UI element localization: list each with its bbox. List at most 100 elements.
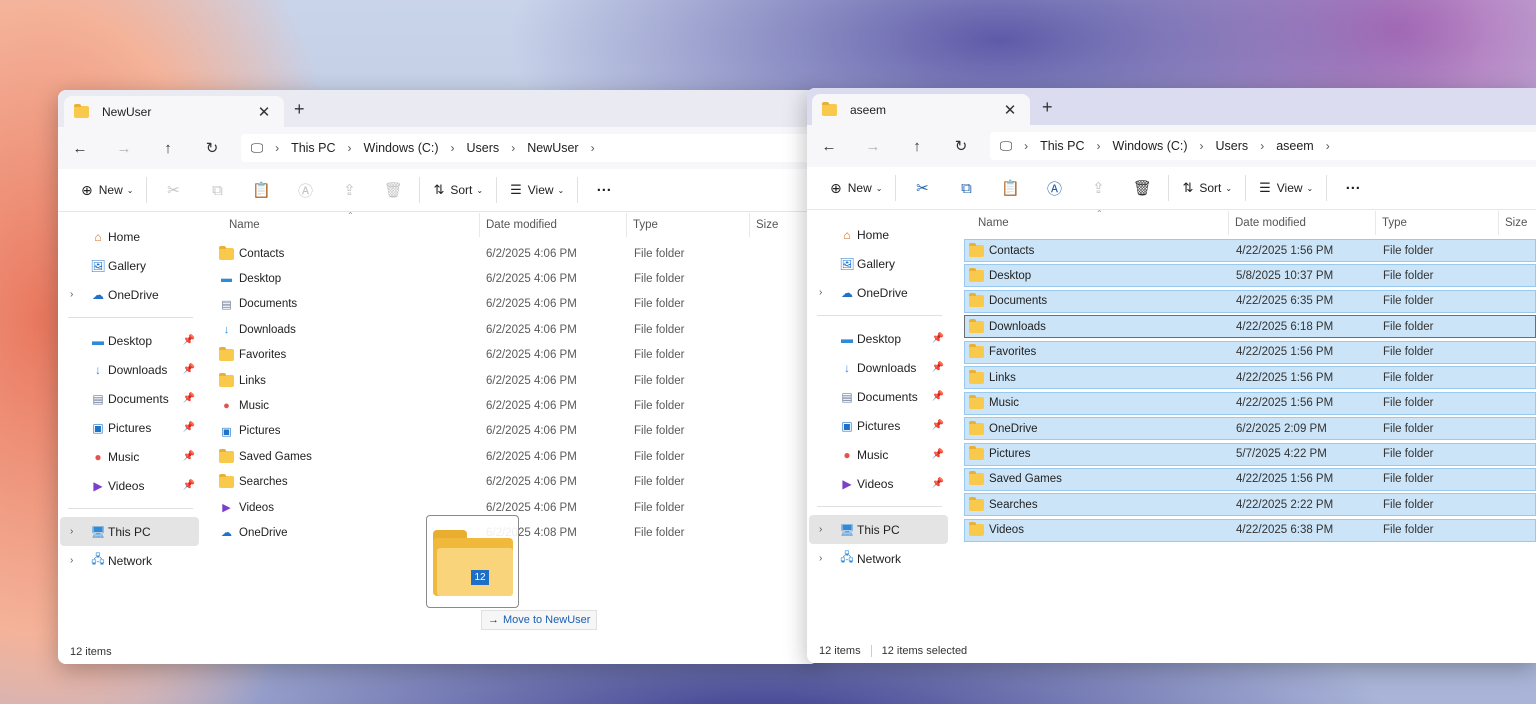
table-row-selected[interactable]: Links 4/22/2025 1:56 PM File folder bbox=[964, 366, 1536, 390]
paste-button[interactable]: 📋 bbox=[988, 179, 1032, 197]
chevron-right-icon[interactable]: › bbox=[819, 287, 822, 298]
chevron-right-icon[interactable]: › bbox=[819, 553, 822, 564]
table-row[interactable]: Contacts 6/2/2025 4:06 PM File folder bbox=[201, 241, 818, 266]
table-row[interactable]: Favorites 6/2/2025 4:06 PM File folder bbox=[201, 343, 818, 368]
table-row-selected[interactable]: OneDrive 6/2/2025 2:09 PM File folder bbox=[964, 417, 1536, 441]
chevron-right-icon[interactable]: › bbox=[70, 289, 73, 300]
new-button[interactable]: ⊕ New ⌄ bbox=[72, 182, 142, 199]
table-row[interactable]: ↓ Downloads 6/2/2025 4:06 PM File folder bbox=[201, 317, 818, 342]
sidebar-item-desktop[interactable]: ▬ Desktop 📌 bbox=[809, 324, 948, 353]
table-row-selected[interactable]: Pictures 5/7/2025 4:22 PM File folder bbox=[964, 442, 1536, 466]
column-name[interactable]: Name ⌃ bbox=[223, 211, 480, 237]
table-row-selected[interactable]: Contacts 4/22/2025 1:56 PM File folder bbox=[964, 239, 1536, 262]
column-size[interactable]: Size bbox=[1499, 211, 1536, 235]
column-type[interactable]: Type bbox=[627, 213, 750, 237]
sidebar-item-home[interactable]: ⌂ Home bbox=[60, 222, 199, 251]
new-tab-button[interactable]: + bbox=[1042, 97, 1053, 118]
sidebar-item-downloads[interactable]: ↓ Downloads 📌 bbox=[60, 355, 199, 384]
sidebar-item-pictures[interactable]: ▣ Pictures 📌 bbox=[809, 411, 948, 440]
table-row-selected[interactable]: Favorites 4/22/2025 1:56 PM File folder bbox=[964, 340, 1536, 364]
copy-button[interactable]: ⧉ bbox=[944, 180, 988, 197]
breadcrumb-windows-c[interactable]: Windows (C:) bbox=[364, 141, 439, 155]
sort-button[interactable]: ⇅ Sort ⌄ bbox=[424, 182, 492, 198]
sidebar-item-onedrive[interactable]: › ☁ OneDrive bbox=[60, 280, 199, 309]
sidebar-item-music[interactable]: ● Music 📌 bbox=[60, 442, 199, 471]
sidebar-item-documents[interactable]: ▤ Documents 📌 bbox=[809, 382, 948, 411]
sidebar-item-desktop[interactable]: ▬ Desktop 📌 bbox=[60, 326, 199, 355]
table-row-selected[interactable]: Desktop 5/8/2025 10:37 PM File folder bbox=[964, 264, 1536, 288]
table-row[interactable]: ▬ Desktop 6/2/2025 4:06 PM File folder bbox=[201, 266, 818, 291]
paste-button[interactable]: 📋 bbox=[239, 181, 283, 199]
more-options-button[interactable]: ··· bbox=[1331, 180, 1375, 197]
address-bar[interactable]: 🖵 › This PC › Windows (C:) › Users › ase… bbox=[990, 132, 1536, 160]
column-date-modified[interactable]: Date modified bbox=[480, 213, 627, 237]
view-button[interactable]: ☰ View ⌄ bbox=[1250, 180, 1322, 196]
rename-button[interactable]: Ⓐ bbox=[283, 180, 327, 201]
up-button[interactable]: ↑ bbox=[895, 138, 939, 155]
rename-button[interactable]: Ⓐ bbox=[1032, 178, 1076, 199]
tab-newuser[interactable]: NewUser ✕ bbox=[64, 96, 284, 127]
column-date-modified[interactable]: Date modified bbox=[1229, 211, 1376, 235]
table-row-selected[interactable]: Downloads 4/22/2025 6:18 PM File folder bbox=[964, 315, 1536, 339]
up-button[interactable]: ↑ bbox=[146, 140, 190, 157]
sidebar-item-network[interactable]: › 🖧 Network bbox=[60, 546, 199, 575]
chevron-right-icon[interactable]: › bbox=[1326, 139, 1330, 153]
breadcrumb-this-pc[interactable]: This PC bbox=[291, 141, 335, 155]
close-tab-icon[interactable]: ✕ bbox=[254, 103, 274, 121]
address-bar[interactable]: 🖵 › This PC › Windows (C:) › Users › New… bbox=[241, 134, 818, 162]
share-button[interactable]: ⇪ bbox=[327, 181, 371, 199]
sidebar-item-onedrive[interactable]: › ☁ OneDrive bbox=[809, 278, 948, 307]
breadcrumb-newuser[interactable]: NewUser bbox=[527, 141, 578, 155]
view-button[interactable]: ☰ View ⌄ bbox=[501, 182, 573, 198]
sidebar-item-music[interactable]: ● Music 📌 bbox=[809, 440, 948, 469]
column-size[interactable]: Size bbox=[750, 213, 810, 237]
share-button[interactable]: ⇪ bbox=[1076, 179, 1120, 197]
table-row[interactable]: ● Music 6/2/2025 4:06 PM File folder bbox=[201, 393, 818, 418]
forward-button[interactable]: → bbox=[851, 138, 895, 155]
table-row[interactable]: ▤ Documents 6/2/2025 4:06 PM File folder bbox=[201, 292, 818, 317]
delete-button[interactable]: 🗑 bbox=[371, 181, 415, 199]
new-tab-button[interactable]: + bbox=[294, 99, 305, 120]
back-button[interactable]: ← bbox=[58, 140, 102, 157]
more-options-button[interactable]: ··· bbox=[582, 182, 626, 199]
sidebar-item-this-pc[interactable]: › 🖥 This PC bbox=[809, 515, 948, 544]
sidebar-item-gallery[interactable]: 🖼 Gallery bbox=[60, 251, 199, 280]
breadcrumb-windows-c[interactable]: Windows (C:) bbox=[1113, 139, 1188, 153]
column-name[interactable]: Name ⌃ bbox=[972, 209, 1229, 235]
table-row[interactable]: Links 6/2/2025 4:06 PM File folder bbox=[201, 368, 818, 393]
table-row-selected[interactable]: Documents 4/22/2025 6:35 PM File folder bbox=[964, 289, 1536, 313]
sort-button[interactable]: ⇅ Sort ⌄ bbox=[1173, 180, 1241, 196]
column-type[interactable]: Type bbox=[1376, 211, 1499, 235]
sidebar-item-downloads[interactable]: ↓ Downloads 📌 bbox=[809, 353, 948, 382]
sidebar-item-pictures[interactable]: ▣ Pictures 📌 bbox=[60, 413, 199, 442]
back-button[interactable]: ← bbox=[807, 138, 851, 155]
breadcrumb-users[interactable]: Users bbox=[1216, 139, 1249, 153]
table-row-selected[interactable]: Music 4/22/2025 1:56 PM File folder bbox=[964, 391, 1536, 415]
breadcrumb-aseem[interactable]: aseem bbox=[1276, 139, 1314, 153]
chevron-right-icon[interactable]: › bbox=[591, 141, 595, 155]
copy-button[interactable]: ⧉ bbox=[195, 182, 239, 199]
refresh-button[interactable]: ↻ bbox=[190, 139, 234, 157]
close-tab-icon[interactable]: ✕ bbox=[1000, 101, 1020, 119]
table-row[interactable]: Searches 6/2/2025 4:06 PM File folder bbox=[201, 470, 818, 495]
sidebar-item-videos[interactable]: ▶ Videos 📌 bbox=[60, 471, 199, 500]
sidebar-item-videos[interactable]: ▶ Videos 📌 bbox=[809, 469, 948, 498]
sidebar-item-this-pc[interactable]: › 🖥 This PC bbox=[60, 517, 199, 546]
refresh-button[interactable]: ↻ bbox=[939, 137, 983, 155]
table-row[interactable]: ▣ Pictures 6/2/2025 4:06 PM File folder bbox=[201, 419, 818, 444]
chevron-right-icon[interactable]: › bbox=[819, 524, 822, 535]
chevron-right-icon[interactable]: › bbox=[70, 555, 73, 566]
breadcrumb-users[interactable]: Users bbox=[467, 141, 500, 155]
new-button[interactable]: ⊕ New ⌄ bbox=[821, 180, 891, 197]
sidebar-item-home[interactable]: ⌂ Home bbox=[809, 220, 948, 249]
table-row[interactable]: Saved Games 6/2/2025 4:06 PM File folder bbox=[201, 444, 818, 469]
delete-button[interactable]: 🗑 bbox=[1120, 179, 1164, 197]
breadcrumb-this-pc[interactable]: This PC bbox=[1040, 139, 1084, 153]
chevron-right-icon[interactable]: › bbox=[70, 526, 73, 537]
sidebar-item-documents[interactable]: ▤ Documents 📌 bbox=[60, 384, 199, 413]
cut-button[interactable]: ✂ bbox=[900, 179, 944, 197]
table-row-selected[interactable]: Videos 4/22/2025 6:38 PM File folder bbox=[964, 518, 1536, 542]
table-row-selected[interactable]: Saved Games 4/22/2025 1:56 PM File folder bbox=[964, 467, 1536, 491]
tab-aseem[interactable]: aseem ✕ bbox=[812, 94, 1030, 125]
cut-button[interactable]: ✂ bbox=[151, 181, 195, 199]
